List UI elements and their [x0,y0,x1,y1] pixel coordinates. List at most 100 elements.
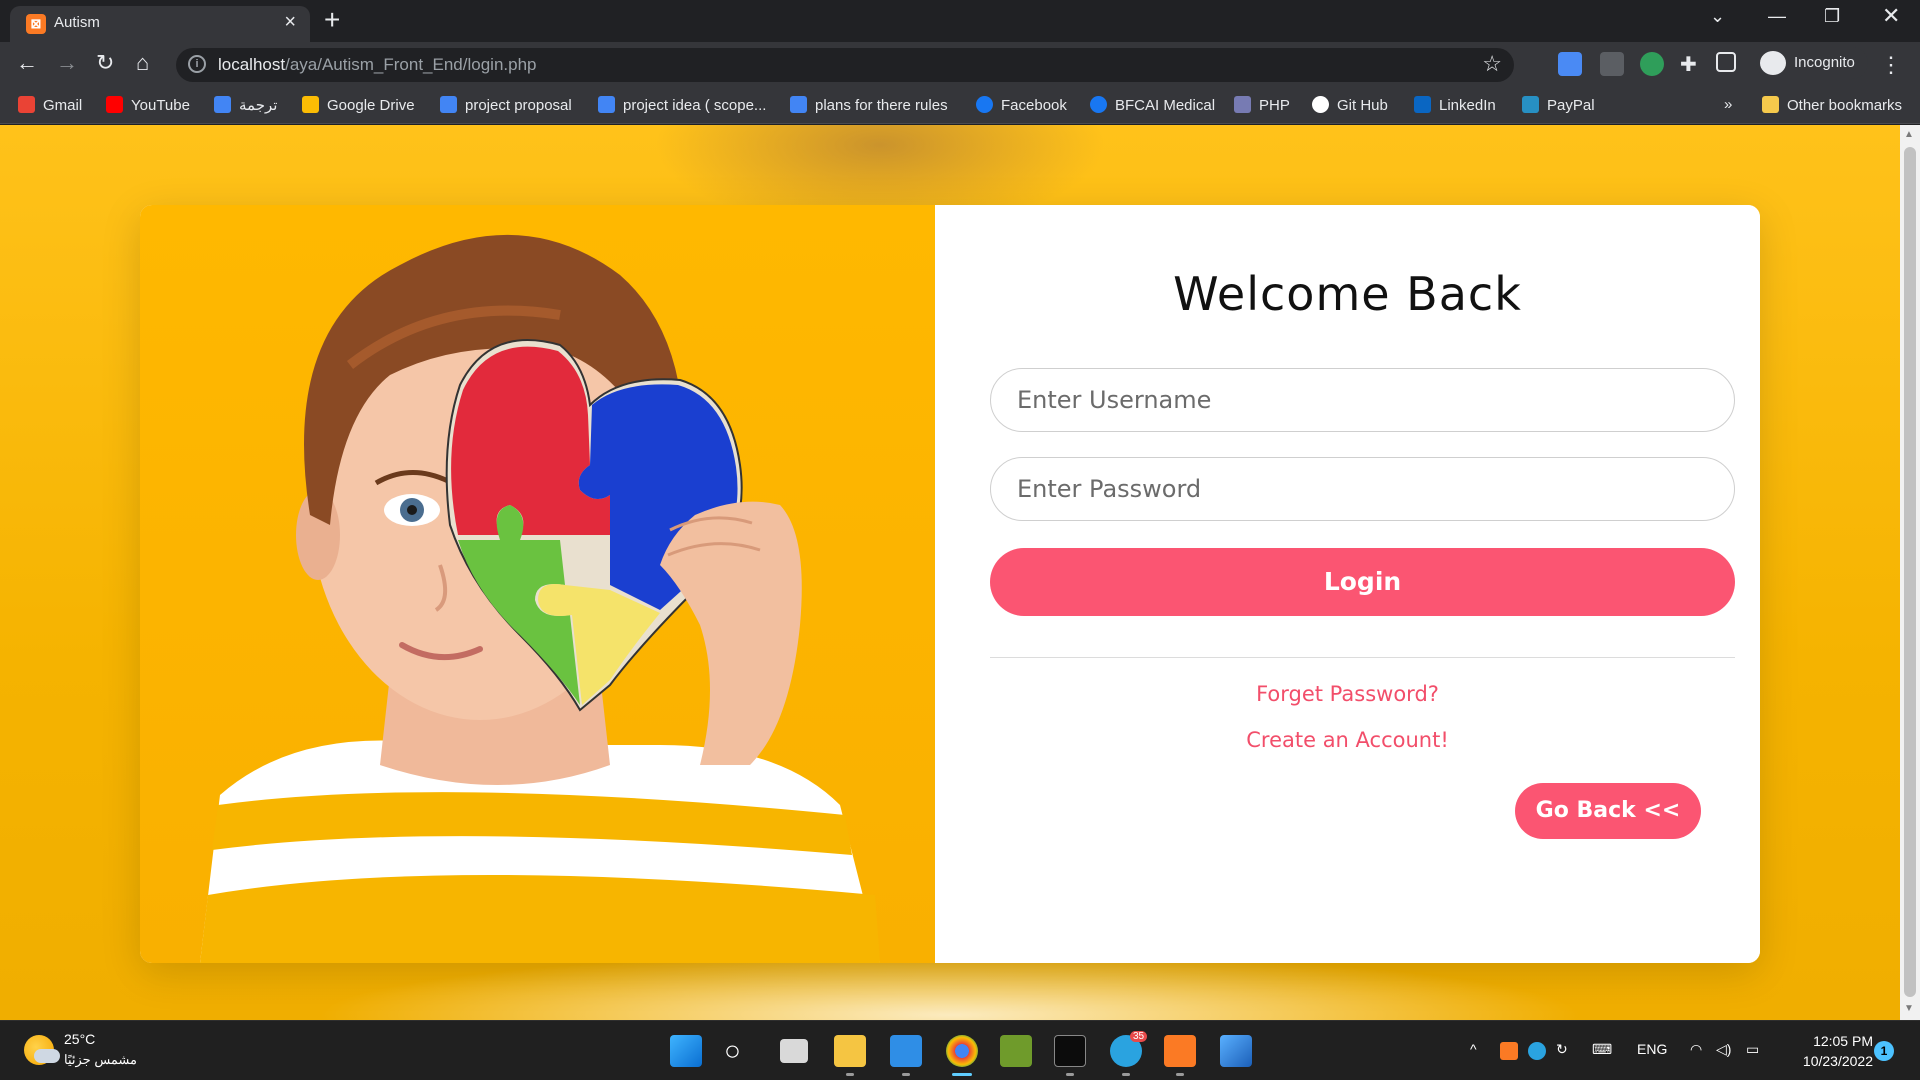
other-bookmarks-folder[interactable]: Other bookmarks [1762,96,1902,114]
hero-illustration [200,234,880,963]
tray-overflow-chevron-icon[interactable]: ^ [1470,1041,1477,1057]
drive-icon [302,96,319,113]
bookmarks-bar: Gmail YouTube ترجمة Google Drive project… [0,88,1920,124]
running-indicator [846,1073,854,1076]
browser-tab-autism[interactable]: ⊠ Autism × [10,6,310,42]
clock-date: 10/23/2022 [1802,1053,1873,1069]
photos-icon[interactable] [1220,1035,1252,1067]
reload-icon[interactable]: ↻ [96,50,114,76]
form-divider [990,657,1735,658]
browser-tab-strip: ⊠ Autism × + ⌄ — ❐ ✕ [0,0,1920,42]
docs-icon [598,96,615,113]
forward-arrow-icon[interactable]: → [56,50,78,76]
create-account-link[interactable]: Create an Account! [935,728,1760,752]
bookmark-translate[interactable]: ترجمة [214,96,277,114]
docs-icon [790,96,807,113]
bookmark-star-icon[interactable]: ☆ [1482,51,1502,77]
task-view-icon[interactable] [780,1039,808,1063]
linkedin-icon [1414,96,1431,113]
back-arrow-icon[interactable]: ← [16,50,38,76]
notification-badge[interactable]: 1 [1874,1041,1894,1061]
search-icon[interactable]: ○ [724,1035,756,1067]
password-input[interactable] [990,457,1735,521]
page-scrollbar[interactable]: ▲ ▼ [1900,125,1920,1020]
bookmark-php[interactable]: PHP [1234,96,1290,114]
address-url: localhost/aya/Autism_Front_End/login.php [218,55,537,74]
language-indicator[interactable]: ENG [1637,1041,1667,1057]
bookmark-plans[interactable]: plans for there rules [790,96,948,114]
running-indicator [1176,1073,1184,1076]
bookmark-linkedin[interactable]: LinkedIn [1414,96,1496,114]
vscode-icon[interactable] [890,1035,922,1067]
telegram-badge: 35 [1130,1031,1148,1042]
tab-title: Autism [54,14,100,31]
bookmark-gmail[interactable]: Gmail [18,96,82,114]
bookmark-facebook[interactable]: Facebook [976,96,1067,114]
login-form-pane: Welcome Back Login Forget Password? Crea… [935,205,1760,963]
facebook-icon [1090,96,1107,113]
start-windows-icon[interactable] [670,1035,702,1067]
home-icon[interactable]: ⌂ [136,50,149,76]
incognito-icon [1760,51,1786,75]
extension-pen-icon[interactable] [1600,52,1624,76]
address-bar[interactable]: i localhost/aya/Autism_Front_End/login.p… [176,48,1514,82]
gmail-icon [18,96,35,113]
tray-xampp-icon[interactable] [1500,1042,1518,1060]
php-icon [1234,96,1251,113]
browser-toolbar: ← → ↻ ⌂ i localhost/aya/Autism_Front_End… [0,42,1920,88]
bookmark-project-proposal[interactable]: project proposal [440,96,572,114]
folder-icon [1762,96,1779,113]
xampp-favicon-icon: ⊠ [26,14,46,34]
close-tab-icon[interactable]: × [284,11,296,34]
bookmark-youtube[interactable]: YouTube [106,96,190,114]
bookmark-github[interactable]: Git Hub [1312,96,1388,114]
volume-icon[interactable]: ◁) [1716,1041,1731,1058]
bookmark-bfcai-medical[interactable]: BFCAI Medical [1090,96,1215,114]
weather-description: مشمس جزئيًا [64,1052,137,1067]
docs-icon [440,96,457,113]
forgot-password-link[interactable]: Forget Password? [935,682,1760,706]
youtube-icon [106,96,123,113]
google-translate-icon[interactable] [1558,52,1582,76]
bookmark-paypal[interactable]: PayPal [1522,96,1595,114]
bookmark-project-idea[interactable]: project idea ( scope... [598,96,766,114]
bookmark-google-drive[interactable]: Google Drive [302,96,415,114]
scrollbar-thumb[interactable] [1904,147,1916,997]
battery-icon[interactable]: ▭ [1746,1041,1759,1058]
translate-icon [214,96,231,113]
system-clock[interactable]: 12:05 PM 10/23/2022 [1785,1031,1873,1071]
go-back-button[interactable]: Go Back << [1515,783,1701,839]
tray-sync-icon[interactable]: ↻ [1556,1041,1568,1058]
active-indicator [952,1073,972,1076]
extension-globe-icon[interactable] [1640,52,1664,76]
username-input[interactable] [990,368,1735,432]
login-button[interactable]: Login [990,548,1735,616]
welcome-heading: Welcome Back [1173,267,1522,321]
tray-telegram-icon[interactable] [1528,1042,1546,1060]
running-indicator [1122,1073,1130,1076]
extensions-puzzle-icon[interactable]: ✚ [1680,52,1704,76]
clock-time: 12:05 PM [1813,1033,1873,1049]
file-explorer-icon[interactable] [834,1035,866,1067]
chrome-icon[interactable] [946,1035,978,1067]
incognito-profile-button[interactable]: Incognito [1756,47,1868,79]
bookmarks-overflow-chevron[interactable]: » [1724,96,1732,113]
scroll-up-arrow-icon[interactable]: ▲ [1904,129,1914,140]
close-window-icon[interactable]: ✕ [1882,3,1900,29]
terminal-icon[interactable] [1054,1035,1086,1067]
new-tab-icon[interactable]: + [324,4,340,36]
restore-icon[interactable]: ❐ [1824,6,1840,27]
wifi-icon[interactable]: ◠ [1690,1041,1702,1058]
minimize-icon[interactable]: — [1768,6,1786,27]
tab-search-chevron-icon[interactable]: ⌄ [1710,6,1725,27]
lambda-app-icon[interactable] [1000,1035,1032,1067]
xampp-icon[interactable] [1164,1035,1196,1067]
scroll-down-arrow-icon[interactable]: ▼ [1904,1003,1914,1014]
github-icon [1312,96,1329,113]
browser-menu-icon[interactable]: ⋮ [1880,52,1902,78]
side-panel-icon[interactable] [1716,52,1736,72]
site-info-icon[interactable]: i [188,55,206,73]
weather-temperature: 25°C [64,1031,96,1047]
page-viewport: Welcome Back Login Forget Password? Crea… [0,125,1900,1020]
keyboard-icon[interactable]: ⌨ [1592,1041,1612,1058]
